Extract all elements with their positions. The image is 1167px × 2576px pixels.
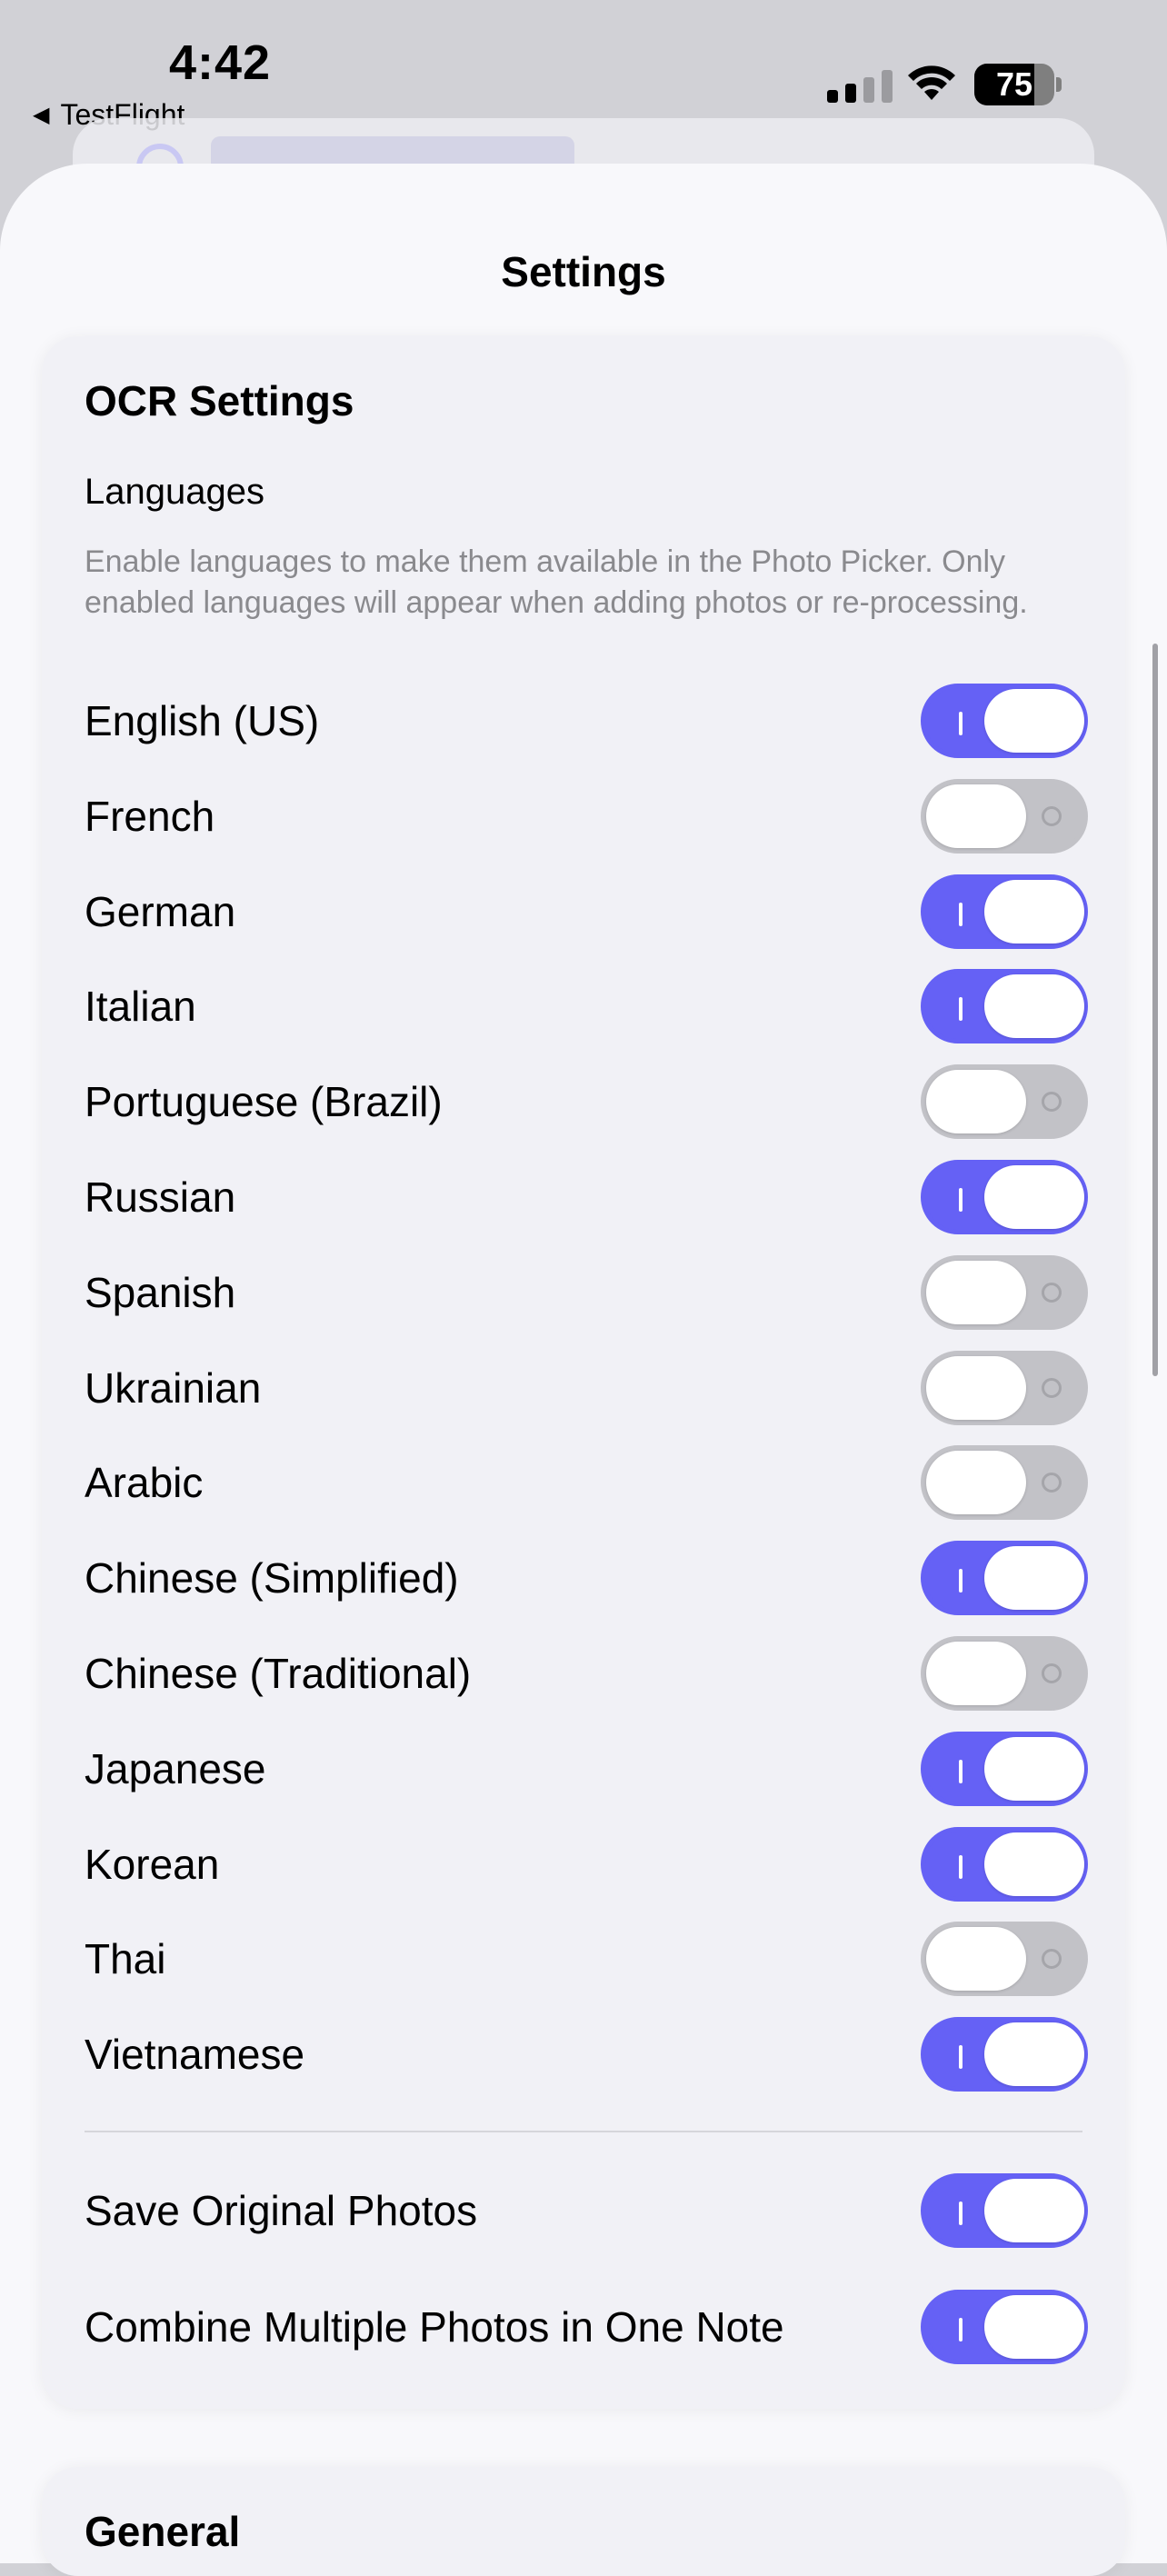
toggle-on-mark-icon <box>959 997 963 1022</box>
toggle-knob <box>984 689 1084 753</box>
language-label: French <box>85 792 215 840</box>
toggle-knob <box>926 1355 1026 1420</box>
language-label: Chinese (Traditional) <box>85 1650 472 1697</box>
language-row: Chinese (Simplified) <box>85 1537 1088 1619</box>
toggle-on-mark-icon <box>959 902 963 926</box>
language-label: German <box>85 887 236 935</box>
back-arrow-icon: ◀ <box>33 103 50 127</box>
toggle-off-mark-icon <box>1042 1282 1062 1303</box>
language-toggle[interactable] <box>921 1636 1088 1711</box>
languages-description: Enable languages to make them available … <box>85 544 1028 620</box>
language-row: Arabic <box>85 1442 1088 1523</box>
toggle-knob <box>984 2022 1084 2087</box>
toggle-on-mark-icon <box>959 1569 963 1593</box>
toggle-knob <box>984 1165 1084 1229</box>
toggle-knob <box>926 1451 1026 1515</box>
language-toggle[interactable] <box>921 1922 1088 1997</box>
toggle-on-mark-icon <box>959 1759 963 1783</box>
toggle-on-mark-icon <box>959 1854 963 1879</box>
toggle-on-mark-icon <box>959 2045 963 2070</box>
next-section-title: General <box>85 2508 241 2555</box>
wifi-icon <box>908 65 955 100</box>
option-row: Combine Multiple Photos in One Note <box>85 2286 1088 2368</box>
language-row: German <box>85 871 1088 953</box>
divider <box>85 2131 1082 2132</box>
language-row: Korean <box>85 1823 1088 1905</box>
language-toggle[interactable] <box>921 1731 1088 1806</box>
languages-heading: Languages <box>85 472 264 512</box>
sheet-title: Settings <box>501 248 666 295</box>
option-row: Save Original Photos <box>85 2170 1088 2252</box>
toggle-knob <box>984 2295 1084 2359</box>
language-toggle[interactable] <box>921 1350 1088 1425</box>
battery-indicator: 75 <box>974 64 1062 105</box>
language-row: English (US) <box>85 680 1088 762</box>
language-row: French <box>85 775 1088 857</box>
toggle-knob <box>926 784 1026 848</box>
option-toggle[interactable] <box>921 2290 1088 2364</box>
toggle-knob <box>926 1642 1026 1705</box>
language-toggle[interactable] <box>921 969 1088 1044</box>
language-toggle[interactable] <box>921 874 1088 949</box>
language-toggle[interactable] <box>921 1254 1088 1330</box>
language-row: Ukrainian <box>85 1347 1088 1429</box>
toggle-knob <box>984 879 1084 944</box>
language-row: Russian <box>85 1156 1088 1238</box>
language-label: English (US) <box>85 697 320 744</box>
toggle-on-mark-icon <box>959 2202 963 2225</box>
toggle-off-mark-icon <box>1042 1377 1062 1398</box>
language-toggle[interactable] <box>921 1445 1088 1521</box>
cellular-signal-icon <box>827 70 893 103</box>
toggle-on-mark-icon <box>959 2318 963 2341</box>
language-toggle[interactable] <box>921 684 1088 758</box>
scrollbar[interactable] <box>1152 644 1158 1376</box>
toggle-knob <box>984 1832 1084 1896</box>
language-label: Thai <box>85 1935 166 1983</box>
toggle-off-mark-icon <box>1042 1663 1062 1683</box>
language-label: Chinese (Simplified) <box>85 1554 459 1603</box>
language-row: Spanish <box>85 1252 1088 1333</box>
toggle-knob <box>984 2179 1084 2242</box>
option-toggle[interactable] <box>921 2173 1088 2248</box>
language-toggle[interactable] <box>921 1826 1088 1902</box>
language-row: Italian <box>85 965 1088 1047</box>
toggle-knob <box>984 1736 1084 1801</box>
toggle-off-mark-icon <box>1042 1473 1062 1493</box>
language-label: Japanese <box>85 1744 266 1792</box>
language-label: Arabic <box>85 1459 204 1507</box>
language-label: Russian <box>85 1173 236 1221</box>
language-toggle[interactable] <box>921 1541 1088 1616</box>
option-label: Save Original Photos <box>85 2187 478 2234</box>
language-label: Spanish <box>85 1268 236 1316</box>
toggle-knob <box>926 1070 1026 1134</box>
language-row: Thai <box>85 1918 1088 2000</box>
language-toggle[interactable] <box>921 1160 1088 1234</box>
language-row: Vietnamese <box>85 2013 1088 2095</box>
language-label: Korean <box>85 1840 220 1888</box>
language-toggle[interactable] <box>921 2017 1088 2092</box>
toggle-on-mark-icon <box>959 712 963 735</box>
language-row: Japanese <box>85 1728 1088 1810</box>
language-label: Italian <box>85 983 196 1031</box>
toggle-off-mark-icon <box>1042 1949 1062 1970</box>
language-label: Portuguese (Brazil) <box>85 1078 443 1126</box>
status-time: 4:42 <box>169 35 272 90</box>
toggle-knob <box>926 1260 1026 1324</box>
option-label: Combine Multiple Photos in One Note <box>85 2303 784 2351</box>
language-row: Chinese (Traditional) <box>85 1632 1088 1714</box>
toggle-on-mark-icon <box>959 1188 963 1212</box>
battery-percent: 75 <box>995 65 1033 103</box>
toggle-off-mark-icon <box>1042 805 1062 826</box>
section-title: OCR Settings <box>85 377 354 424</box>
language-label: Ukrainian <box>85 1363 262 1412</box>
toggle-off-mark-icon <box>1042 1092 1062 1113</box>
language-label: Vietnamese <box>85 2031 305 2079</box>
toggle-knob <box>984 974 1084 1039</box>
language-row: Portuguese (Brazil) <box>85 1061 1088 1143</box>
language-toggle[interactable] <box>921 778 1088 854</box>
toggle-knob <box>984 1546 1084 1611</box>
language-toggle[interactable] <box>921 1064 1088 1140</box>
next-section-card: General <box>42 2467 1125 2576</box>
toggle-knob <box>926 1927 1026 1992</box>
